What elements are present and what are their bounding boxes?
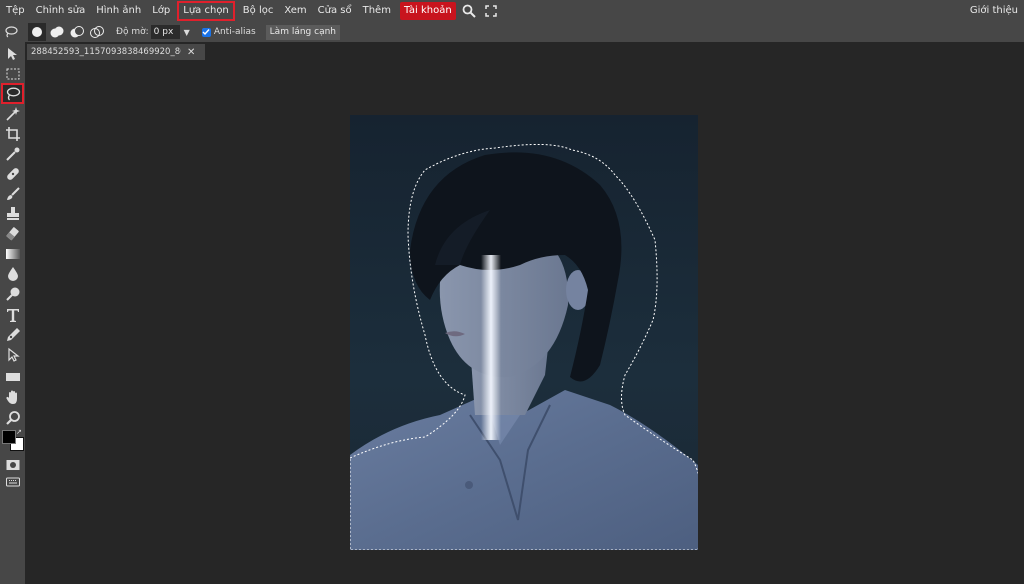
blur-icon[interactable] xyxy=(2,264,23,283)
tools-panel: ↗ xyxy=(0,42,25,584)
crop-icon[interactable] xyxy=(2,124,23,143)
menu-image[interactable]: Hình ảnh xyxy=(91,2,146,20)
shape-icon[interactable] xyxy=(2,367,23,386)
feather-label: Độ mờ: xyxy=(116,27,149,37)
swap-colors-icon[interactable]: ↗ xyxy=(16,429,22,436)
pen-icon[interactable] xyxy=(2,325,23,344)
feather-input[interactable]: 0 px xyxy=(150,25,180,39)
menu-file[interactable]: Tệp xyxy=(1,2,30,20)
antialias-checkbox[interactable] xyxy=(201,27,211,37)
lasso-options-icon xyxy=(2,23,20,41)
menu-select[interactable]: Lựa chọn xyxy=(177,1,235,21)
color-swatches[interactable]: ↗ xyxy=(2,429,24,453)
gradient-icon[interactable] xyxy=(2,244,23,263)
brush-icon[interactable] xyxy=(2,184,23,203)
eyedropper-icon[interactable] xyxy=(2,144,23,163)
marquee-icon[interactable] xyxy=(2,64,23,83)
antialias-label: Anti-alias xyxy=(213,27,256,37)
selection-marquee xyxy=(350,143,698,550)
search-icon[interactable] xyxy=(460,2,478,20)
account-button[interactable]: Tài khoản xyxy=(399,2,456,20)
menu-bar: Tệp Chỉnh sửa Hình ảnh Lớp Lựa chọn Bộ l… xyxy=(0,0,1024,22)
options-bar: Độ mờ: 0 px ▼ Anti-alias Làm láng cạnh xyxy=(0,22,1024,42)
foreground-color-swatch[interactable] xyxy=(2,430,16,444)
dodge-icon[interactable] xyxy=(2,284,23,303)
eraser-icon[interactable] xyxy=(2,224,23,243)
keyboard-icon[interactable] xyxy=(2,472,23,491)
menu-edit[interactable]: Chỉnh sửa xyxy=(31,2,91,20)
subtract-selection-icon[interactable] xyxy=(68,23,86,41)
document-tab[interactable]: 288452593_1157093838469920_865 * ✕ xyxy=(27,44,205,60)
stamp-icon[interactable] xyxy=(2,204,23,223)
add-selection-icon[interactable] xyxy=(48,23,66,41)
intersect-selection-icon[interactable] xyxy=(88,23,106,41)
menu-window[interactable]: Cửa sổ xyxy=(313,2,357,20)
hand-icon[interactable] xyxy=(2,387,23,406)
healing-icon[interactable] xyxy=(2,164,23,183)
image-canvas[interactable] xyxy=(350,115,698,550)
menu-view[interactable]: Xem xyxy=(279,2,311,20)
fullscreen-icon[interactable] xyxy=(482,2,500,20)
feather-dropdown-icon[interactable]: ▼ xyxy=(184,28,190,37)
document-name: 288452593_1157093838469920_865 * xyxy=(31,47,181,57)
menu-more[interactable]: Thêm xyxy=(358,2,396,20)
path-select-icon[interactable] xyxy=(2,345,23,364)
close-tab-icon[interactable]: ✕ xyxy=(187,47,195,58)
zoom-icon[interactable] xyxy=(2,408,23,427)
lasso-icon[interactable] xyxy=(1,83,24,104)
menu-filter[interactable]: Bộ lọc xyxy=(238,2,279,20)
document-tab-bar: 288452593_1157093838469920_865 * ✕ xyxy=(25,42,1024,60)
move-icon[interactable] xyxy=(2,44,23,63)
refine-edge-button[interactable]: Làm láng cạnh xyxy=(265,24,340,40)
magic-wand-icon[interactable] xyxy=(2,104,23,123)
new-selection-icon[interactable] xyxy=(28,23,46,41)
about-link[interactable]: Giới thiệu xyxy=(970,0,1018,22)
menu-layer[interactable]: Lớp xyxy=(147,2,175,20)
text-icon[interactable] xyxy=(2,305,23,324)
